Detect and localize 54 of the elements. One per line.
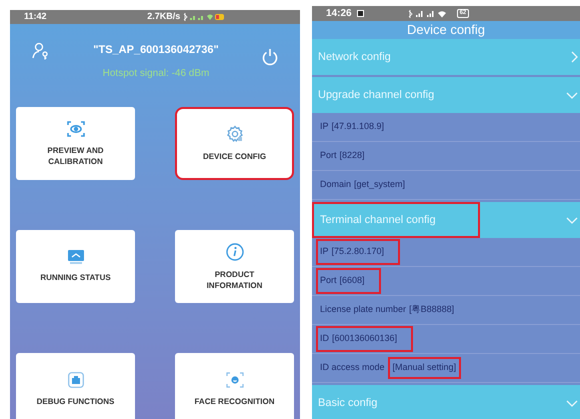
chevron-right-icon: [571, 51, 578, 63]
setting-label[interactable]: ID access mode [Manual setting]: [316, 351, 466, 385]
setting-label[interactable]: IP [75.2.80.170]: [316, 239, 400, 265]
setting-value: [47.91.108.9]: [332, 120, 384, 134]
notification-icon: [356, 10, 364, 17]
setting-label[interactable]: License plate number [粤B88888]: [316, 297, 458, 323]
setting-name: Port: [320, 274, 337, 288]
gear-icon: [226, 125, 244, 143]
setting-name: ID: [320, 332, 329, 346]
setting-name: ID access mode: [320, 361, 385, 374]
network-speed: 2.7KB/s: [147, 10, 180, 23]
power-icon: [262, 48, 278, 66]
hotspot-signal: Hotspot signal: -46 dBm: [102, 67, 210, 81]
section-title: Upgrade channel config: [317, 88, 436, 103]
chevron-down-icon: [566, 216, 578, 224]
menu-card[interactable]: PRODUCT INFORMATION: [175, 230, 294, 303]
setting-value: [6608]: [340, 274, 365, 288]
hotspot-name: "TS_AP_600136042736": [93, 42, 219, 58]
chevron-down-icon: [566, 400, 578, 406]
setting-name: IP: [320, 120, 329, 134]
toolbox-icon: [68, 372, 84, 388]
setting-label[interactable]: IP [47.91.108.9]: [316, 114, 388, 140]
setting-value: [8228]: [340, 149, 365, 162]
chevron-down-icon: [566, 92, 578, 98]
setting-label[interactable]: Port [8228]: [316, 143, 369, 169]
setting-label[interactable]: Domain [get_system]: [316, 172, 410, 198]
setting-value: [75.2.80.170]: [332, 245, 384, 258]
user-key-icon: [32, 42, 50, 60]
info-icon: [226, 242, 244, 260]
setting-label[interactable]: ID [600136060136]: [316, 326, 414, 352]
clock-time: 11:42: [24, 10, 47, 23]
setting-value: [粤B88888]: [409, 303, 454, 316]
setting-name: Domain: [320, 178, 352, 192]
menu-card[interactable]: FACE RECOGNITION: [175, 353, 294, 419]
section-title: Network config: [317, 50, 392, 65]
setting-value: [600136060136]: [332, 332, 398, 346]
menu-card[interactable]: DEVICE CONFIG: [175, 107, 294, 180]
setting-name: IP: [320, 245, 329, 258]
clock-time: 14:26: [326, 7, 352, 21]
setting-name: License plate number: [320, 303, 406, 316]
setting-label[interactable]: Port [6608]: [316, 268, 381, 294]
eye-icon: [66, 120, 84, 136]
screen-title: Device config: [312, 21, 580, 39]
setting-name: Port: [320, 149, 337, 162]
menu-card[interactable]: PREVIEW AND CALIBRATION: [16, 107, 135, 180]
setting-value: [Manual setting]: [388, 357, 462, 379]
status-icons-drawing: [183, 12, 226, 21]
setting-value: [get_system]: [354, 178, 406, 192]
face-scan-icon: [226, 372, 244, 388]
menu-card[interactable]: RUNNING STATUS: [16, 230, 135, 303]
monitor-icon: [68, 250, 84, 264]
section-title: Terminal channel config: [312, 202, 480, 238]
menu-card[interactable]: DEBUG FUNCTIONS: [16, 353, 135, 419]
section-title: Basic config: [317, 396, 378, 411]
